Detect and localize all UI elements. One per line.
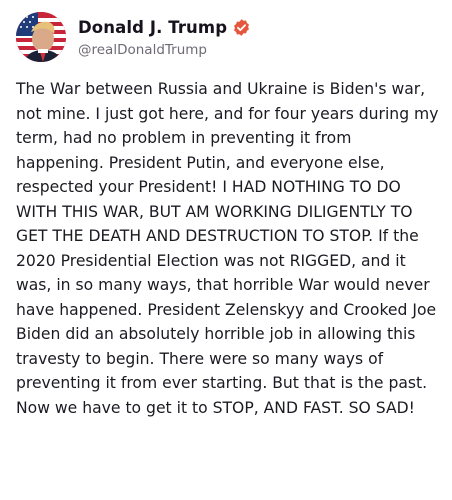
avatar-image [16,12,66,62]
avatar[interactable] [16,12,66,62]
name-row: Donald J. Trump [78,17,251,39]
author-info: Donald J. Trump @realDonaldTrump [78,17,251,58]
author-display-name[interactable]: Donald J. Trump [78,18,227,37]
post-text: The War between Russia and Ukraine is Bi… [16,80,439,417]
author-handle[interactable]: @realDonaldTrump [78,42,251,58]
verified-badge-icon [232,18,251,37]
post-header: Donald J. Trump @realDonaldTrump [16,12,251,62]
post-card: Donald J. Trump @realDonaldTrump The War… [0,0,452,500]
